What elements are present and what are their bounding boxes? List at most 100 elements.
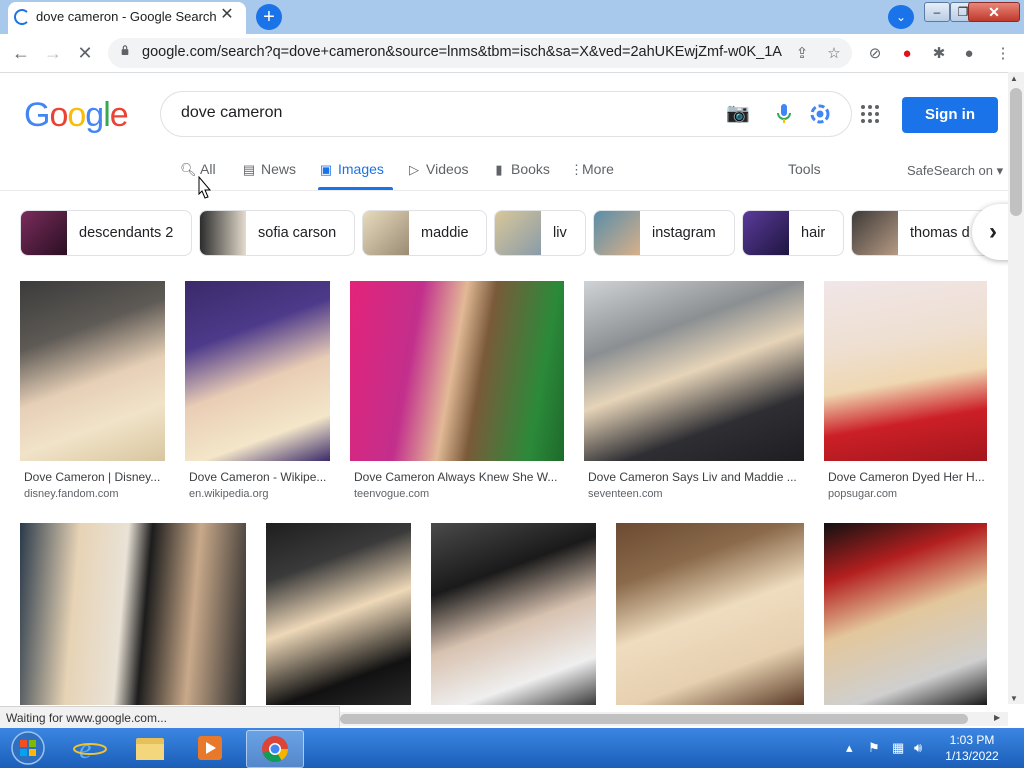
chip-maddie[interactable]: maddie bbox=[362, 210, 487, 256]
result-image[interactable] bbox=[266, 523, 411, 705]
camera-icon[interactable]: 📷 bbox=[726, 102, 750, 126]
result-image[interactable] bbox=[616, 523, 804, 705]
result-image[interactable] bbox=[20, 281, 165, 461]
result-image[interactable] bbox=[185, 281, 330, 461]
result-title[interactable]: Dove Cameron Says Liv and Maddie ... bbox=[588, 470, 800, 484]
opera-extension-icon[interactable]: ● bbox=[896, 43, 918, 65]
chip-thumbnail bbox=[21, 211, 67, 255]
google-logo[interactable]: Google bbox=[24, 96, 129, 135]
result-image[interactable] bbox=[20, 523, 246, 705]
chip-thumbnail bbox=[363, 211, 409, 255]
result-image[interactable] bbox=[584, 281, 804, 461]
search-icon: 🔍︎ bbox=[180, 162, 197, 177]
chip-label: liv bbox=[553, 225, 567, 241]
tab-more-label: More bbox=[582, 161, 614, 177]
back-icon[interactable]: ← bbox=[10, 42, 32, 64]
status-bar: Waiting for www.google.com... bbox=[0, 706, 340, 728]
sign-in-button[interactable]: Sign in bbox=[902, 97, 998, 133]
header-divider bbox=[0, 190, 1009, 191]
tools-button[interactable]: Tools bbox=[788, 161, 821, 177]
result-image[interactable] bbox=[350, 281, 564, 461]
tab-close-icon[interactable]: ✕ bbox=[216, 4, 238, 26]
share-icon[interactable]: ⇪ bbox=[792, 44, 812, 64]
chip-hair[interactable]: hair bbox=[742, 210, 844, 256]
result-title[interactable]: Dove Cameron | Disney... bbox=[24, 470, 165, 484]
bookmark-star-icon[interactable]: ☆ bbox=[824, 44, 844, 64]
chip-descendants-2[interactable]: descendants 2 bbox=[20, 210, 192, 256]
start-button-windows-icon[interactable] bbox=[8, 730, 48, 766]
lens-gear-icon[interactable] bbox=[808, 102, 832, 126]
images-icon: ▣ bbox=[319, 162, 333, 177]
result-title[interactable]: Dove Cameron Dyed Her H... bbox=[828, 470, 987, 484]
window-close-button[interactable]: ✕ bbox=[968, 2, 1020, 22]
tray-flag-icon[interactable]: ⚑ bbox=[868, 740, 880, 756]
horizontal-scroll-thumb[interactable] bbox=[340, 714, 968, 724]
minimize-button[interactable]: – bbox=[924, 2, 950, 22]
result-source[interactable]: en.wikipedia.org bbox=[189, 488, 269, 500]
chip-label: maddie bbox=[421, 225, 469, 241]
stop-icon[interactable]: ✕ bbox=[74, 42, 96, 64]
scroll-up-arrow-icon[interactable]: ▲ bbox=[1010, 74, 1018, 83]
tab-more[interactable]: ⋮More bbox=[570, 161, 614, 178]
book-icon: ▮ bbox=[495, 162, 503, 177]
chip-sofia-carson[interactable]: sofia carson bbox=[199, 210, 355, 256]
apps-grid-icon[interactable] bbox=[860, 104, 880, 124]
tab-videos[interactable]: ▷ Videos bbox=[406, 161, 469, 178]
tab-news-label: News bbox=[261, 161, 297, 177]
result-source[interactable]: disney.fandom.com bbox=[24, 488, 119, 500]
safesearch-toggle[interactable]: SafeSearch on ▾ bbox=[907, 163, 1003, 179]
lock-icon bbox=[121, 45, 129, 55]
chip-label: instagram bbox=[652, 225, 716, 241]
search-input[interactable]: dove cameron bbox=[181, 104, 282, 122]
block-extension-icon[interactable]: ⊘ bbox=[864, 43, 886, 65]
safesearch-label: SafeSearch on bbox=[907, 163, 994, 178]
tab-books[interactable]: ▮ Books bbox=[491, 161, 550, 178]
chip-thumbnail bbox=[852, 211, 898, 255]
result-source[interactable]: seventeen.com bbox=[588, 488, 663, 500]
loading-spinner-icon bbox=[14, 9, 30, 25]
tab-books-label: Books bbox=[511, 161, 550, 177]
result-source[interactable]: popsugar.com bbox=[828, 488, 897, 500]
more-dots-icon: ⋮ bbox=[570, 162, 583, 177]
tab-videos-label: Videos bbox=[426, 161, 469, 177]
result-image[interactable] bbox=[431, 523, 596, 705]
taskbar-ie-icon[interactable]: e bbox=[62, 730, 118, 766]
mouse-cursor-icon bbox=[198, 176, 212, 199]
clock-date: 1/13/2022 bbox=[945, 749, 999, 763]
taskbar-chrome-icon[interactable] bbox=[246, 730, 304, 768]
chip-thumbnail bbox=[594, 211, 640, 255]
new-tab-button[interactable]: + bbox=[256, 4, 282, 30]
profile-icon[interactable]: ● bbox=[958, 43, 980, 65]
video-icon: ▷ bbox=[409, 162, 419, 177]
scroll-right-arrow-icon[interactable]: ▶ bbox=[994, 713, 1000, 722]
tab-all-label: All bbox=[200, 161, 216, 177]
tray-expand-icon[interactable]: ▴ bbox=[846, 740, 853, 756]
address-url[interactable]: google.com/search?q=dove+cameron&source=… bbox=[142, 44, 782, 60]
microphone-icon[interactable] bbox=[776, 103, 792, 125]
taskbar-media-player-icon[interactable] bbox=[182, 730, 238, 766]
news-icon: ▤ bbox=[242, 162, 256, 177]
chip-liv[interactable]: liv bbox=[494, 210, 586, 256]
chip-label: descendants 2 bbox=[79, 225, 174, 241]
result-image[interactable] bbox=[824, 281, 987, 461]
result-source[interactable]: teenvogue.com bbox=[354, 488, 429, 500]
taskbar-clock[interactable]: 1:03 PM 1/13/2022 bbox=[936, 732, 1008, 764]
tab-news[interactable]: ▤ News bbox=[241, 161, 296, 178]
taskbar-explorer-icon[interactable] bbox=[122, 730, 178, 766]
result-title[interactable]: Dove Cameron Always Knew She W... bbox=[354, 470, 564, 484]
tray-volume-icon[interactable]: 🔊︎ bbox=[914, 740, 922, 756]
menu-kebab-icon[interactable]: ⋮ bbox=[992, 43, 1014, 65]
result-image[interactable] bbox=[824, 523, 987, 705]
tray-network-icon[interactable]: ▦ bbox=[892, 740, 904, 756]
chip-label: hair bbox=[801, 225, 826, 241]
result-title[interactable]: Dove Cameron - Wikipe... bbox=[189, 470, 330, 484]
chip-instagram[interactable]: instagram bbox=[593, 210, 735, 256]
vertical-scroll-thumb[interactable] bbox=[1010, 88, 1022, 216]
tab-images[interactable]: ▣ Images bbox=[318, 161, 384, 178]
forward-icon[interactable]: → bbox=[42, 42, 64, 64]
chip-thumbnail bbox=[200, 211, 246, 255]
scroll-down-arrow-icon[interactable]: ▼ bbox=[1010, 694, 1018, 703]
extensions-puzzle-icon[interactable]: ✱ bbox=[928, 43, 950, 65]
tab-search-button[interactable]: ⌄ bbox=[888, 5, 914, 29]
chip-label: sofia carson bbox=[258, 225, 337, 241]
